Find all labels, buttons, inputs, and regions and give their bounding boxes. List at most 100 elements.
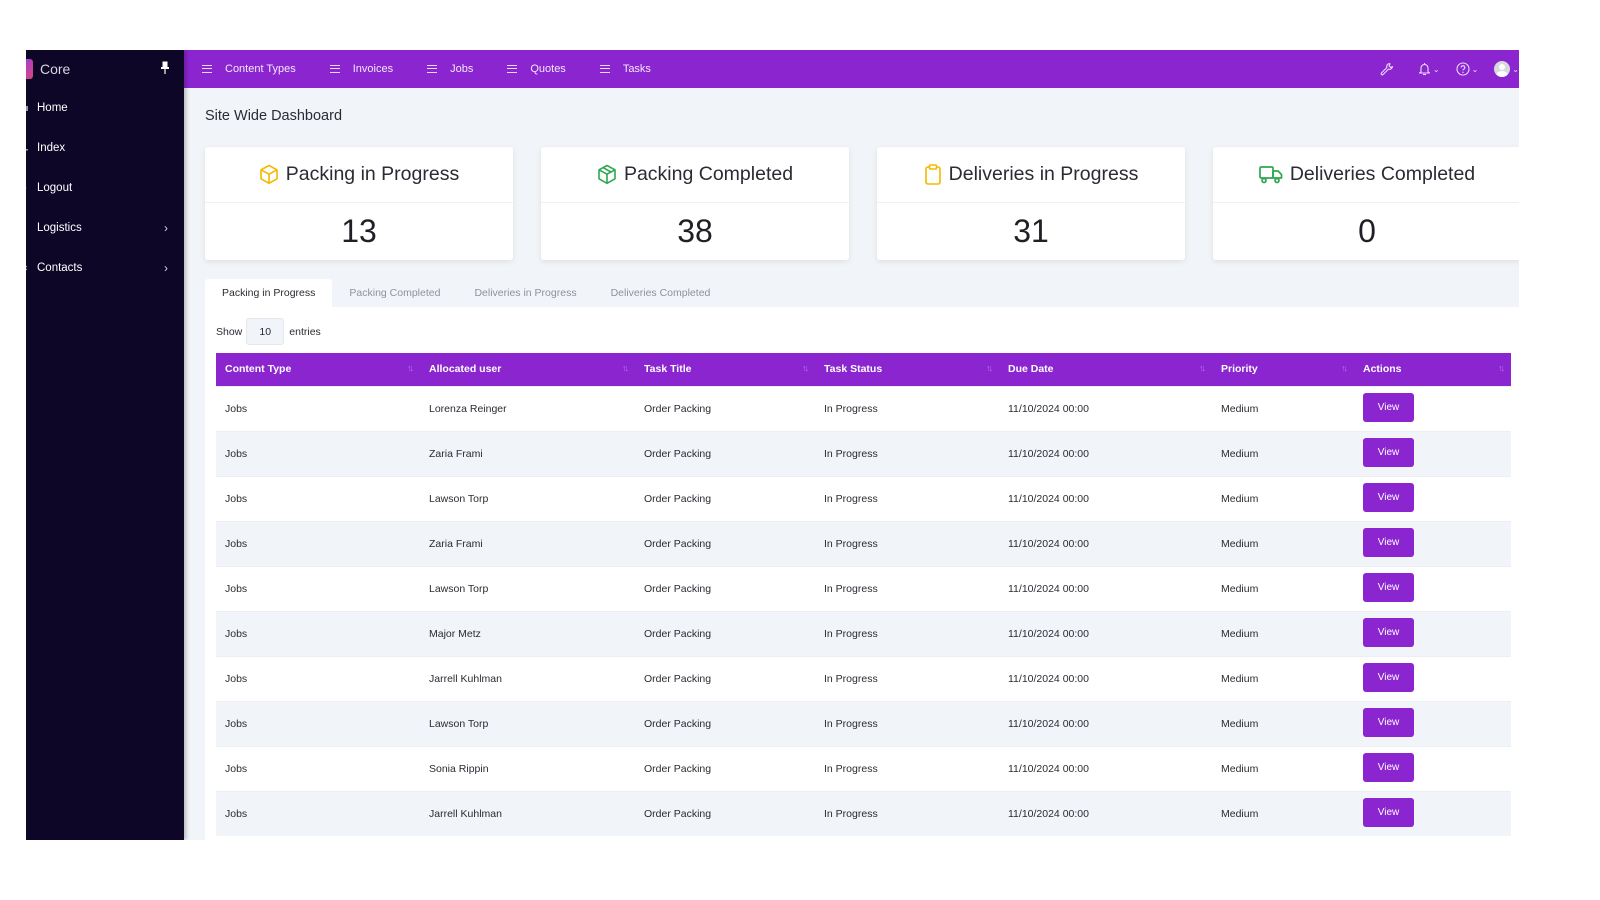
- cell-actions: View: [1354, 385, 1511, 431]
- cell-priority: Medium: [1212, 430, 1354, 476]
- list-icon: [26, 149, 28, 151]
- view-button[interactable]: View: [1363, 752, 1414, 782]
- cell-due-date: 11/10/2024 00:00: [999, 430, 1212, 476]
- stat-cards: Packing in Progress 13 Packing Completed…: [205, 147, 1519, 260]
- column-label: Content Type: [225, 363, 292, 376]
- column-header-actions[interactable]: Actions ↑↓: [1354, 353, 1511, 386]
- column-header-allocated-user[interactable]: Allocated user ↑↓: [420, 353, 635, 386]
- tab-packing-in-progress[interactable]: Packing in Progress: [205, 279, 333, 307]
- tab-packing-completed[interactable]: Packing Completed: [332, 279, 457, 307]
- tab-deliveries-completed[interactable]: Deliveries Completed: [594, 279, 728, 307]
- stat-card-deliveries-completed[interactable]: Deliveries Completed 0: [1213, 147, 1519, 260]
- sidebar-item-label: Logout: [37, 182, 73, 194]
- column-label: Allocated user: [429, 363, 502, 376]
- cell-priority: Medium: [1212, 700, 1354, 746]
- table-header-row: Content Type ↑↓ Allocated user ↑↓ Task Tit…: [216, 353, 1511, 386]
- top-link-content-types[interactable]: Content Types: [202, 63, 296, 75]
- view-button[interactable]: View: [1363, 437, 1414, 467]
- top-link-quotes[interactable]: Quotes: [507, 63, 566, 75]
- pin-icon[interactable]: [160, 61, 170, 75]
- table-row: Jobs Jarrell Kuhlman Order Packing In Progr…: [216, 790, 1511, 836]
- clipboard-icon: [924, 164, 941, 185]
- bell-icon: [1418, 63, 1430, 76]
- table-body: Jobs Lorenza Reinger Order Packing In Progr…: [216, 385, 1511, 836]
- user-menu-button[interactable]: ⌄: [1494, 61, 1519, 77]
- cell-task-status: In Progress: [815, 610, 999, 656]
- view-button[interactable]: View: [1363, 572, 1414, 602]
- top-link-jobs[interactable]: Jobs: [427, 63, 473, 75]
- card-value: 31: [1013, 213, 1049, 249]
- stat-card-packing-completed[interactable]: Packing Completed 38: [541, 147, 849, 260]
- sidebar-item-contacts[interactable]: Contacts ›: [26, 248, 184, 288]
- column-header-due-date[interactable]: Due Date ↑↓: [999, 353, 1212, 386]
- cell-task-title: Order Packing: [635, 520, 815, 566]
- settings-button[interactable]: [1380, 62, 1394, 76]
- view-button[interactable]: View: [1363, 482, 1414, 512]
- sort-icon: ↑↓: [1498, 363, 1505, 373]
- sort-icon: ↑↓: [407, 363, 414, 373]
- menu-icon: [507, 65, 518, 73]
- page-length-select[interactable]: [246, 318, 285, 345]
- wrench-icon: [1380, 62, 1393, 76]
- card-label: Packing in Progress: [285, 163, 460, 185]
- card-value: 38: [677, 213, 713, 249]
- table-row: Jobs Lawson Torp Order Packing In Progress 1…: [216, 565, 1511, 611]
- sidebar-item-label: Contacts: [37, 262, 83, 274]
- table-row: Jobs Jarrell Kuhlman Order Packing In Progr…: [216, 655, 1511, 701]
- show-label: Show: [216, 325, 243, 338]
- cell-actions: View: [1354, 565, 1511, 611]
- view-button[interactable]: View: [1363, 662, 1414, 692]
- column-header-task-status[interactable]: Task Status ↑↓: [815, 353, 999, 386]
- stat-card-packing-in-progress[interactable]: Packing in Progress 13: [205, 147, 513, 260]
- top-nav-bar: Content Types Invoices Jobs Quotes Tasks: [184, 50, 1519, 88]
- cell-task-title: Order Packing: [635, 745, 815, 791]
- menu-icon: [427, 65, 438, 73]
- column-header-content-type[interactable]: Content Type ↑↓: [216, 353, 420, 386]
- cell-task-status: In Progress: [815, 430, 999, 476]
- view-button[interactable]: View: [1363, 797, 1414, 827]
- sidebar-item-logout[interactable]: Logout: [26, 168, 184, 208]
- menu-icon: [329, 65, 340, 73]
- card-value: 13: [341, 213, 377, 249]
- card-label: Deliveries Completed: [1289, 163, 1476, 185]
- table-row: Jobs Sonia Rippin Order Packing In Progress…: [216, 745, 1511, 791]
- sidebar-item-home[interactable]: Home: [26, 88, 184, 128]
- entries-label: entries: [289, 325, 321, 338]
- sidebar-item-index[interactable]: Index: [26, 128, 184, 168]
- cell-due-date: 11/10/2024 00:00: [999, 745, 1212, 791]
- cell-content-type: Jobs: [216, 565, 420, 611]
- view-button[interactable]: View: [1363, 392, 1414, 422]
- view-button[interactable]: View: [1363, 527, 1414, 557]
- cell-task-title: Order Packing: [635, 475, 815, 521]
- card-header: Deliveries in Progress: [877, 147, 1185, 203]
- cell-allocated-user: Zaria Frami: [420, 520, 635, 566]
- cell-allocated-user: Lawson Torp: [420, 700, 635, 746]
- top-link-tasks[interactable]: Tasks: [599, 63, 651, 75]
- top-link-label: Invoices: [352, 63, 394, 75]
- tab-deliveries-in-progress[interactable]: Deliveries in Progress: [457, 279, 593, 307]
- cell-actions: View: [1354, 745, 1511, 791]
- status-tabs: Packing in Progress Packing Completed De…: [205, 279, 727, 307]
- help-button[interactable]: ⌄: [1456, 62, 1478, 76]
- sidebar-item-logistics[interactable]: Logistics ›: [26, 208, 184, 248]
- box-icon: [259, 164, 278, 185]
- top-link-invoices[interactable]: Invoices: [329, 63, 394, 75]
- cell-task-status: In Progress: [815, 745, 999, 791]
- view-button[interactable]: View: [1363, 707, 1414, 737]
- notifications-button[interactable]: ⌄: [1418, 62, 1440, 76]
- column-header-task-title[interactable]: Task Title ↑↓: [635, 353, 815, 386]
- cell-due-date: 11/10/2024 00:00: [999, 610, 1212, 656]
- brand-name: Core: [40, 61, 71, 77]
- brand[interactable]: Core: [26, 50, 184, 88]
- cell-task-title: Order Packing: [635, 430, 815, 476]
- truck-icon: [1258, 166, 1283, 184]
- cell-content-type: Jobs: [216, 430, 420, 476]
- view-button[interactable]: View: [1363, 617, 1414, 647]
- cell-allocated-user: Zaria Frami: [420, 430, 635, 476]
- cell-actions: View: [1354, 790, 1511, 836]
- stat-card-deliveries-in-progress[interactable]: Deliveries in Progress 31: [877, 147, 1185, 260]
- cell-due-date: 11/10/2024 00:00: [999, 790, 1212, 836]
- sort-icon: ↑↓: [986, 363, 993, 373]
- cell-allocated-user: Lawson Torp: [420, 475, 635, 521]
- column-header-priority[interactable]: Priority ↑↓: [1212, 353, 1354, 386]
